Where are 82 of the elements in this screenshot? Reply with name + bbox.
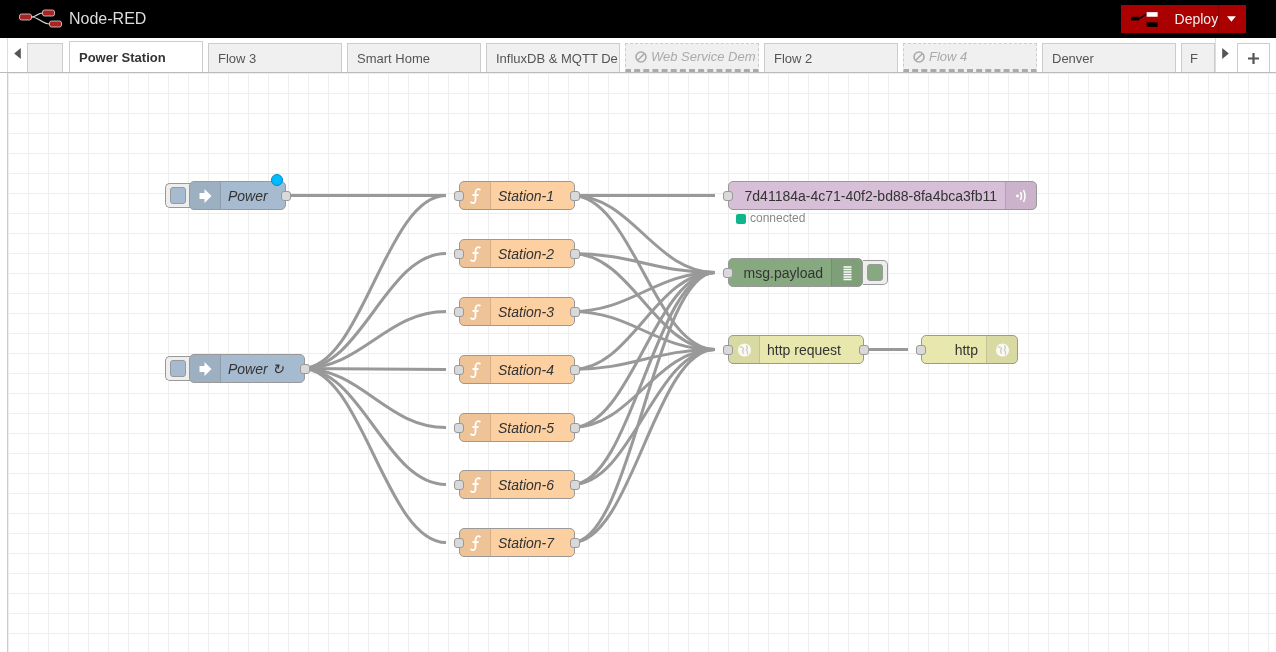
app-title: Node-RED [69,10,147,28]
output-port[interactable] [570,190,580,201]
flow-tab[interactable]: Smart Home [347,43,481,72]
input-port[interactable] [454,537,464,548]
caret-right-icon [1222,48,1229,59]
node-label: Station-2 [497,245,556,262]
inject-node[interactable]: Power [189,181,286,210]
input-port[interactable] [916,344,926,355]
function-icon [467,303,483,320]
function-node[interactable]: Station-4 [459,355,575,384]
function-icon [467,476,483,493]
output-port[interactable] [570,364,580,375]
debug-toggle-button[interactable] [863,260,888,285]
node-label: 7d41184a-4c71-40f2-bd88-8fa4bca3fb11 [743,187,998,204]
node-label: Station-5 [497,419,556,436]
inject-node[interactable]: Power ↻ [189,354,305,383]
node-label: Power [227,187,269,204]
plus-icon [1248,52,1259,64]
output-port[interactable] [281,190,291,201]
flow-tab[interactable]: F [1181,43,1215,72]
function-node[interactable]: Station-6 [459,470,575,499]
input-port[interactable] [454,479,464,490]
disabled-icon [635,50,647,63]
output-port[interactable] [570,479,580,490]
output-port[interactable] [570,248,580,259]
output-port[interactable] [859,344,869,355]
function-icon [467,361,483,378]
function-node[interactable]: Station-1 [459,181,575,210]
output-port[interactable] [570,537,580,548]
globe-icon [736,341,752,358]
arrow-icon [197,360,213,377]
inject-button[interactable] [165,183,190,208]
input-port[interactable] [723,344,733,355]
add-flow-button[interactable] [1237,43,1270,72]
status-text: connected [750,211,806,225]
node-label: Station-4 [497,361,556,378]
input-port[interactable] [454,190,464,201]
output-port[interactable] [300,363,310,374]
input-port[interactable] [723,267,733,278]
http-response-node[interactable]: http [921,335,1018,364]
function-node[interactable]: Station-5 [459,413,575,442]
input-port[interactable] [454,248,464,259]
output-port[interactable] [570,422,580,433]
flow-tab[interactable]: Flow 3 [208,43,342,72]
node-label: Station-7 [497,534,556,551]
http-request-node[interactable]: http request [728,335,864,364]
arrow-icon [197,187,213,204]
function-node[interactable]: Station-2 [459,239,575,268]
node-label: Station-3 [497,303,556,320]
signal-icon [1013,187,1029,204]
deploy-button[interactable]: Deploy [1121,5,1246,33]
flow-tab[interactable]: Flow 2 [764,43,898,72]
inject-button[interactable] [165,356,190,381]
function-icon [467,187,483,204]
globe-icon [994,341,1010,358]
output-port[interactable] [570,306,580,317]
input-port[interactable] [454,422,464,433]
mqtt-node[interactable]: 7d41184a-4c71-40f2-bd88-8fa4bca3fb11 [728,181,1037,210]
function-node[interactable]: Station-7 [459,528,575,557]
caret-icon [1227,16,1236,22]
function-node[interactable]: Station-3 [459,297,575,326]
flow-logo-icon [18,9,63,29]
flow-tab[interactable]: InfluxDB & MQTT De [486,43,620,72]
function-icon [467,245,483,262]
input-port[interactable] [454,306,464,317]
node-label: Power ↻ [227,360,285,377]
flow-tab[interactable]: Denver [1042,43,1176,72]
node-label: Station-1 [497,187,556,204]
input-port[interactable] [723,190,733,201]
function-icon [467,534,483,551]
caret-left-icon [14,48,21,59]
node-label: http [953,341,979,358]
function-icon [467,419,483,436]
debug-node[interactable]: msg.payload [728,258,863,287]
node-label: http request [766,341,842,358]
deploy-icon [1131,11,1159,27]
node-label: Station-6 [497,476,556,493]
node-label: msg.payload [742,264,824,281]
changed-dot [271,174,283,186]
flow-tab[interactable]: Power Station [69,41,203,72]
input-port[interactable] [454,364,464,375]
disabled-icon [913,50,925,63]
